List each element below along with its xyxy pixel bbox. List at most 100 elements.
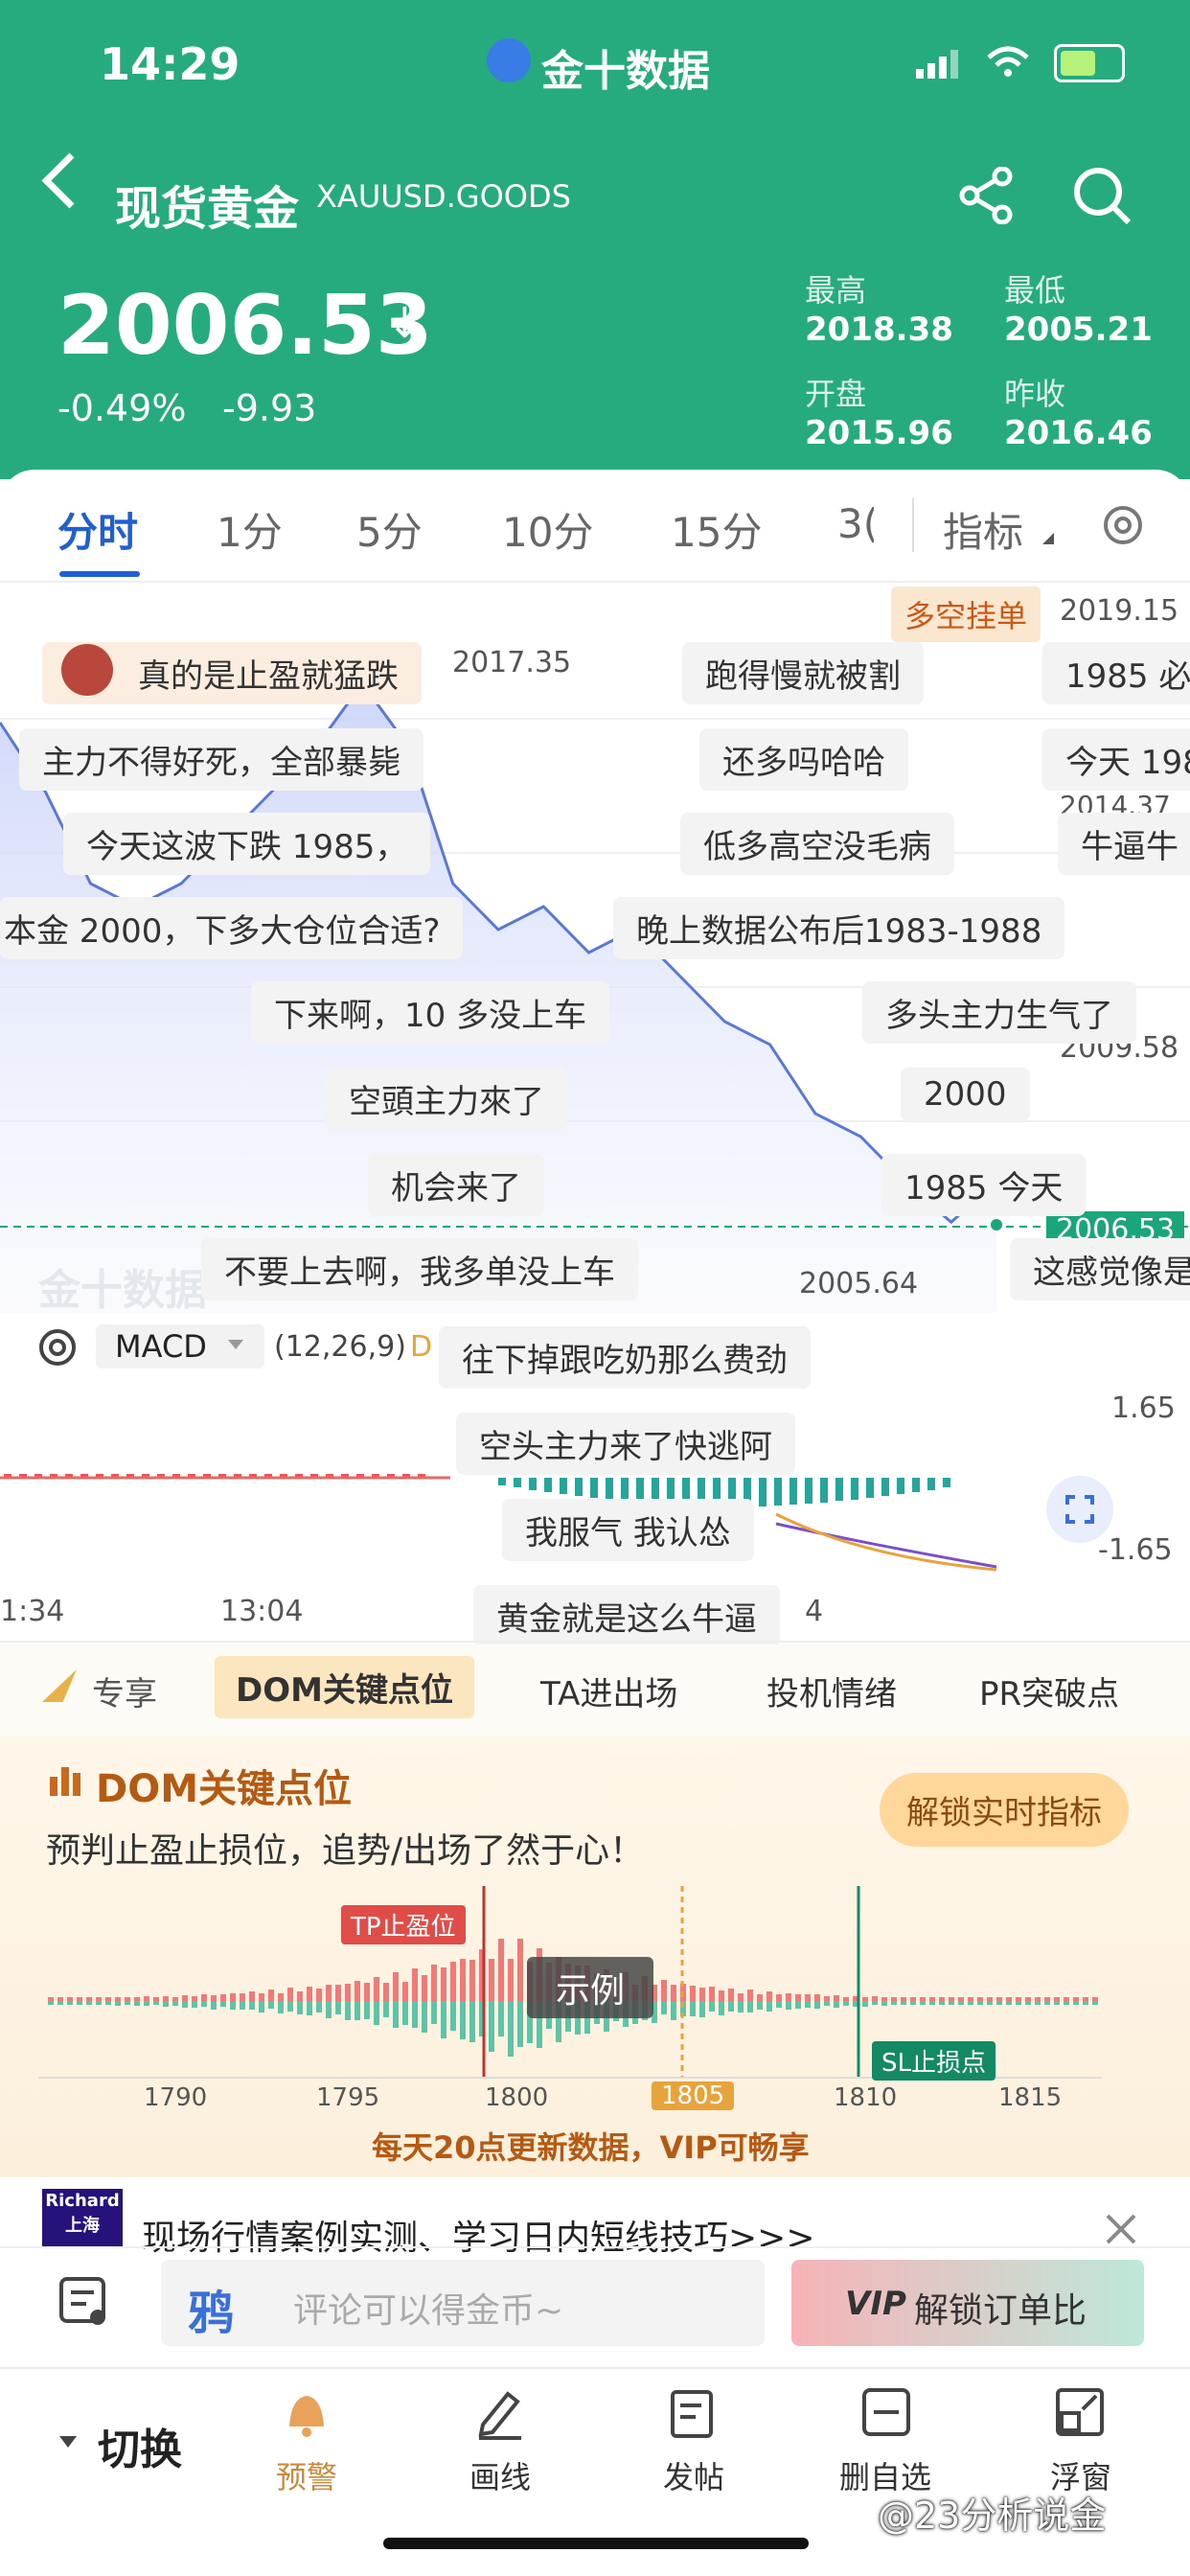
comment-bubble[interactable]: 空頭主力來了 (326, 1068, 567, 1130)
dom-bar-up (968, 1997, 973, 2001)
indicator-settings-icon[interactable] (36, 1326, 79, 1372)
pen-icon[interactable] (473, 2386, 527, 2444)
comment-bubble[interactable]: 跑得慢就被割 (682, 642, 924, 704)
comment-bubble[interactable]: 今天这波下跌 1985， (63, 813, 431, 875)
dom-bar-down (230, 2001, 236, 2010)
comment-bubble[interactable]: 1985 今天 (881, 1154, 1087, 1216)
dom-bar-up (450, 1962, 456, 2001)
prev-close-value: 2016.46 (1004, 414, 1153, 452)
tab-dom[interactable]: DOM关键点位 (215, 1656, 474, 1718)
tab-sentiment[interactable]: 投机情绪 (767, 1668, 897, 1714)
tab-15min[interactable]: 15分 (671, 500, 762, 559)
nav-post[interactable]: 发帖 (663, 2453, 724, 2497)
comment-bubble[interactable]: 还多吗哈哈 (699, 728, 908, 791)
current-price-dot (991, 1219, 1002, 1230)
open-label: 开盘 (805, 376, 867, 412)
dom-bar-up (211, 1995, 217, 2001)
message-log-icon[interactable] (57, 2275, 111, 2333)
comment-bubble[interactable]: 2000 (901, 1068, 1030, 1121)
comment-bubble[interactable]: 空头主力来了快逃阿 (456, 1413, 795, 1475)
share-icon[interactable] (958, 166, 1016, 228)
dom-bar-up (57, 1997, 63, 2001)
ad-text[interactable]: 现场行情案例实测、学习日内短线技巧>>> (142, 2210, 815, 2260)
dom-bar-down (1035, 2001, 1041, 2005)
dom-bar-up (862, 1997, 868, 2001)
dom-bar-up (383, 1983, 389, 2001)
comment-bubble[interactable]: 往下掉跟吃奶那么费劲 (439, 1326, 811, 1389)
comment-bubble[interactable]: 下来啊，10 多没上车 (251, 981, 610, 1044)
comment-bubble[interactable]: 牛逼牛 (1058, 813, 1190, 875)
dom-bar-down (144, 2001, 149, 2006)
dom-bar-up (786, 1993, 791, 2001)
instrument-title: 现货黄金 (115, 182, 300, 236)
dom-bar-down (862, 2001, 868, 2007)
comment-bubble[interactable]: 多头主力生气了 (862, 981, 1136, 1044)
macd-bar (790, 1478, 797, 1505)
chevron-down-icon (228, 1340, 243, 1349)
back-icon[interactable] (41, 152, 98, 209)
dom-bar-down (690, 2001, 696, 2016)
comment-bubble[interactable]: 今天 198 (1042, 728, 1190, 791)
dom-bar-down (1025, 2001, 1031, 2005)
quote-header: 14:29 金十数据 现货黄金 XAUUSD.GOODS 2006.53 ↓ -… (0, 0, 1190, 479)
comment-bubble[interactable]: 不要上去啊，我多单没上车 (201, 1238, 638, 1300)
emoji-icon[interactable]: 鸦 (188, 2275, 234, 2342)
dom-bar-up (249, 1991, 255, 2001)
settings-icon[interactable] (1102, 504, 1144, 550)
comment-bubble[interactable]: 黄金就是这么牛逼 (473, 1585, 780, 1647)
tab-1min[interactable]: 1分 (217, 500, 283, 559)
close-icon[interactable] (1104, 2212, 1138, 2250)
comment-bubble[interactable]: 低多高空没毛病 (680, 813, 954, 875)
sl-label: SL止损点 (872, 2041, 995, 2081)
comment-bubble[interactable]: 晚上数据公布后1983-1988 (613, 897, 1065, 959)
dom-bar-up (767, 1991, 772, 2001)
dom-bar-up (402, 1982, 408, 2001)
dom-bar-up (134, 1997, 140, 2001)
long-short-orders-button[interactable]: 多空挂单 (891, 586, 1041, 642)
dom-bar-down (335, 2001, 341, 2014)
status-time: 14:29 (100, 38, 240, 90)
bell-icon[interactable] (282, 2386, 332, 2444)
tab-10min[interactable]: 10分 (502, 500, 593, 559)
tab-pr[interactable]: PR突破点 (979, 1668, 1119, 1714)
app-logo-icon (487, 38, 531, 82)
remove-watchlist-icon[interactable] (860, 2386, 914, 2444)
dom-bar-up (172, 1997, 178, 2001)
post-icon[interactable] (667, 2386, 721, 2444)
unlock-indicator-button[interactable]: 解锁实时指标 (880, 1773, 1129, 1847)
dom-bar-down (192, 2001, 197, 2008)
tab-exclusive[interactable]: 专享 (92, 1668, 157, 1714)
nav-draw[interactable]: 画线 (469, 2453, 531, 2497)
tab-intraday[interactable]: 分时 (57, 500, 138, 559)
search-icon[interactable] (1071, 165, 1133, 230)
tab-5min[interactable]: 5分 (356, 500, 423, 559)
last-price: 2006.53 (57, 278, 433, 374)
unlock-order-ratio-label: 解锁订单比 (914, 2291, 1087, 2331)
dom-bar-up (48, 1997, 54, 2001)
dom-bar-down (355, 2001, 360, 2020)
nav-alert[interactable]: 预警 (276, 2453, 337, 2497)
comment-bubble[interactable]: 主力不得好死，全部暴毙 (19, 728, 423, 791)
high-label: 最高 (805, 272, 867, 309)
comment-bubble[interactable]: 本金 2000，下多大仓位合适? (0, 897, 464, 959)
comment-bubble[interactable]: 这感觉像是 (1010, 1238, 1190, 1300)
tab-indicators[interactable]: 指标 (943, 500, 1023, 559)
comment-bubble[interactable]: 我服气 我认怂 (502, 1499, 754, 1561)
dom-bar-up (1006, 1997, 1012, 2001)
float-window-icon[interactable] (1054, 2386, 1108, 2444)
dom-bar-up (747, 1990, 753, 2001)
dom-bar-down (240, 2001, 245, 2010)
switch-button[interactable]: 切换 (98, 2415, 182, 2476)
macd-bar (544, 1478, 552, 1492)
tab-ta[interactable]: TA进出场 (540, 1668, 677, 1714)
dom-bar-down (316, 2001, 322, 2012)
comment-bubble[interactable]: 机会来了 (368, 1154, 544, 1216)
dom-bar-down (345, 2001, 351, 2020)
dom-bar-down (182, 2001, 188, 2008)
instrument-code: XAUUSD.GOODS (316, 178, 571, 215)
fullscreen-icon[interactable] (1046, 1476, 1113, 1543)
comment-bubble[interactable]: 1985 必 (1042, 642, 1190, 704)
tab-30min[interactable]: 3( (837, 500, 874, 547)
macd-bar (881, 1478, 889, 1496)
prev-close-label: 昨收 (1004, 376, 1066, 412)
